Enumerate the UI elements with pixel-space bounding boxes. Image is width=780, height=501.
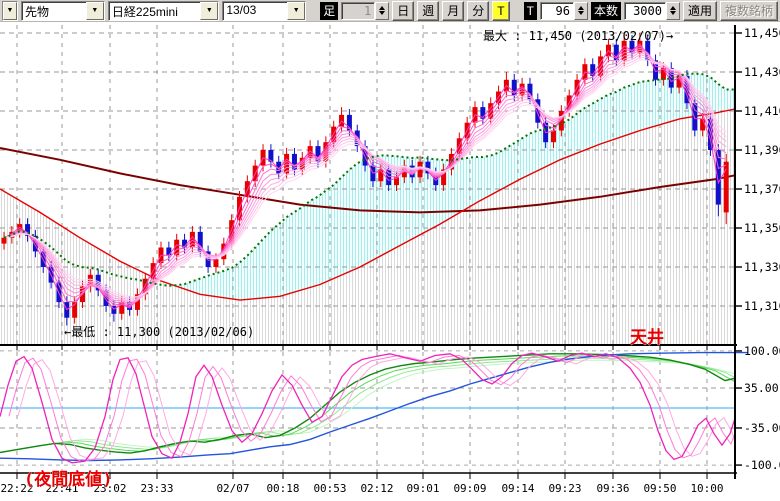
svg-text:11,350: 11,350	[744, 221, 780, 235]
svg-text:11,310: 11,310	[744, 299, 780, 313]
svg-text:09:50: 09:50	[643, 482, 676, 495]
svg-text:09:01: 09:01	[406, 482, 439, 495]
bar-count-label: 本数	[591, 2, 621, 20]
bar-interval-stepper[interactable]: 1	[341, 2, 389, 20]
price-oscillator-chart[interactable]: 11,450 11,430 11,410 11,390 11,370 11,350 11,3…	[0, 22, 780, 501]
svg-text:11,450: 11,450	[744, 26, 780, 40]
symbol-value: 日経225mini	[109, 2, 200, 20]
symbol-select[interactable]: 日経225mini ▼	[108, 1, 219, 21]
svg-text:100.00: 100.00	[744, 344, 780, 358]
spinner-arrows-icon[interactable]	[574, 2, 588, 20]
bar-type-label: 足	[320, 2, 338, 20]
daily-button[interactable]: 日	[392, 1, 414, 21]
chevron-down-icon[interactable]: ▼	[86, 2, 104, 20]
chevron-down-icon[interactable]: ▼	[3, 2, 17, 20]
svg-text:35.00: 35.00	[744, 381, 779, 395]
spinner-arrows-icon[interactable]	[666, 2, 680, 20]
minute-button[interactable]: 分	[467, 1, 489, 21]
svg-text:09:36: 09:36	[596, 482, 629, 495]
svg-text:-100.00: -100.00	[744, 458, 780, 472]
trading-chart-window: { "toolbar": { "hidden_combo_tooltip": "…	[0, 0, 780, 501]
svg-text:11,430: 11,430	[744, 65, 780, 79]
contract-month-select[interactable]: 13/03 ▼	[222, 1, 306, 21]
bar-count-stepper[interactable]: 3000	[624, 2, 680, 20]
svg-text:←最低 : 11,300 (2013/02/06): ←最低 : 11,300 (2013/02/06)	[64, 325, 254, 339]
chevron-down-icon[interactable]: ▼	[287, 2, 305, 20]
hidden-combo[interactable]: ▼	[2, 1, 18, 21]
tick-size-stepper[interactable]: 96	[540, 2, 588, 20]
svg-text:02:12: 02:12	[360, 482, 393, 495]
svg-text:02/07: 02/07	[216, 482, 249, 495]
apply-button[interactable]: 適用	[683, 1, 717, 21]
monthly-button[interactable]: 月	[442, 1, 464, 21]
svg-text:00:18: 00:18	[266, 482, 299, 495]
svg-text:最大 : 11,450 (2013/02/07)→: 最大 : 11,450 (2013/02/07)→	[483, 29, 673, 43]
bar-interval-value: 1	[341, 2, 375, 20]
chart-area[interactable]: 11,450 11,430 11,410 11,390 11,370 11,350 11,3…	[0, 22, 780, 501]
svg-text:23:33: 23:33	[140, 482, 173, 495]
instrument-type-value: 先物	[22, 2, 86, 20]
tick-size-label: T	[524, 2, 537, 20]
weekly-button[interactable]: 週	[417, 1, 439, 21]
svg-text:(夜間底値): (夜間底値)	[24, 469, 112, 490]
svg-text:00:53: 00:53	[313, 482, 346, 495]
tick-button[interactable]: T	[492, 1, 509, 21]
spinner-arrows-icon[interactable]	[375, 2, 389, 20]
toolbar: ▼ 先物 ▼ 日経225mini ▼ 13/03 ▼ 足 1 日 週 月 分 T…	[0, 0, 780, 22]
svg-text:-35.00: -35.00	[744, 421, 780, 435]
multi-symbol-button[interactable]: 複数銘柄	[720, 1, 778, 21]
bar-count-value: 3000	[624, 2, 666, 20]
svg-text:09:14: 09:14	[501, 482, 534, 495]
svg-text:11,410: 11,410	[744, 104, 780, 118]
contract-month-value: 13/03	[223, 2, 287, 20]
svg-text:11,390: 11,390	[744, 143, 780, 157]
tick-size-value: 96	[540, 2, 574, 20]
svg-text:09:09: 09:09	[453, 482, 486, 495]
svg-text:10:00: 10:00	[690, 482, 723, 495]
chevron-down-icon[interactable]: ▼	[200, 2, 218, 20]
svg-text:11,330: 11,330	[744, 260, 780, 274]
svg-text:天井: 天井	[630, 327, 664, 348]
instrument-type-select[interactable]: 先物 ▼	[21, 1, 105, 21]
svg-text:09:23: 09:23	[548, 482, 581, 495]
svg-text:11,370: 11,370	[744, 182, 780, 196]
